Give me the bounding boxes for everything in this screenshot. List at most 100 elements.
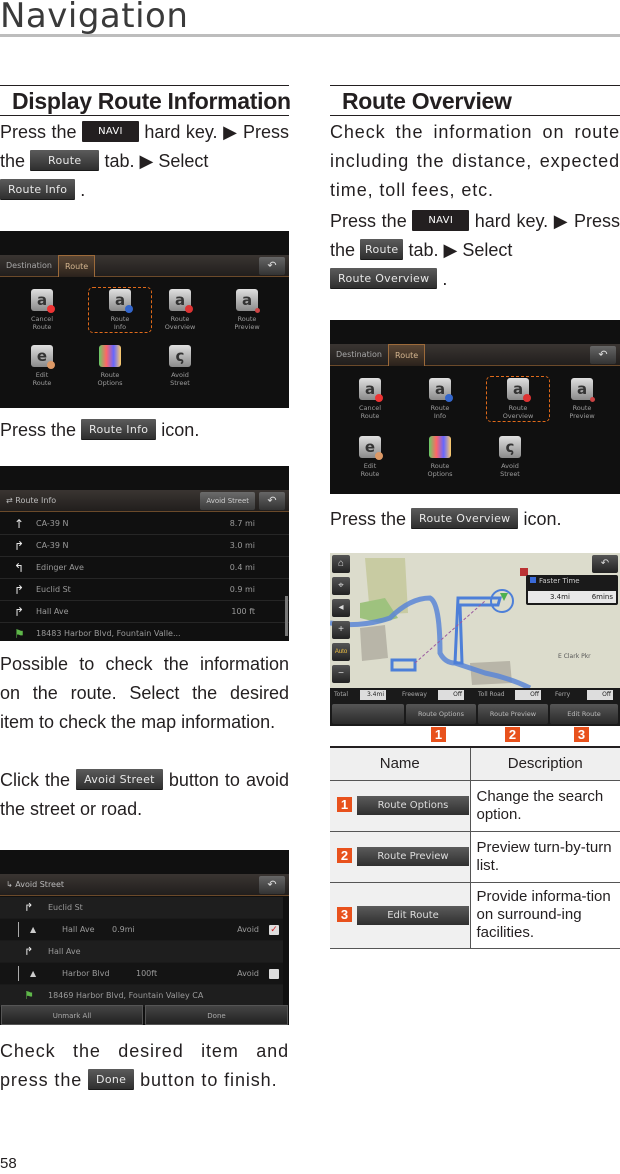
done-button[interactable]: Done [145, 1005, 288, 1025]
menu-item-avoid-street[interactable]: ς Avoid Street [480, 436, 540, 478]
press-overview-instruction: Press the Route Overview icon. [330, 505, 620, 534]
text: Press the [330, 509, 412, 529]
menu-item-cancel-route[interactable]: a Cancel Route [340, 378, 400, 420]
text: icon. [156, 420, 200, 440]
status-label: Total [334, 691, 349, 698]
route-info-key: Route Info [0, 178, 76, 200]
street: CA-39 N [36, 541, 69, 550]
avoid-street-button[interactable]: Avoid Street [200, 492, 255, 510]
navi-hard-key: NAVI [82, 120, 139, 142]
status-value: Off [515, 690, 541, 700]
list-item[interactable]: ▲ Harbor Blvd 100ft Avoid [0, 963, 283, 985]
turn-right-icon: ↱ [14, 539, 25, 553]
route-info-icon: a [429, 378, 453, 402]
route-preview-icon: a [571, 378, 595, 402]
divider [18, 966, 19, 981]
route-options-button[interactable]: Route Options [406, 704, 476, 724]
street: Harbor Blvd [62, 969, 110, 978]
press-route-info-instruction: Press the Route Info icon. [0, 416, 289, 445]
list-item[interactable]: ↱ Hall Ave 100 ft [0, 601, 289, 623]
scrollbar[interactable] [285, 596, 288, 636]
screen-header: ↳ Avoid Street ↶ [0, 874, 289, 896]
menu-label: Route Info [110, 315, 130, 331]
text: . [437, 269, 448, 289]
menu-item-route-preview[interactable]: a Route Preview [217, 289, 277, 331]
menu-item-route-info[interactable]: a Route Info [88, 287, 152, 333]
tab-destination[interactable]: Destination [330, 344, 388, 366]
unmark-all-button[interactable]: Unmark All [1, 1005, 143, 1025]
route-color-swatch [530, 577, 536, 583]
description-cell: Change the search option. [470, 780, 620, 832]
screen-header: ⇄ Route Info Avoid Street ↶ [0, 490, 289, 512]
blank-button[interactable] [332, 704, 404, 724]
back-arrow-icon[interactable]: ↶ [259, 876, 285, 894]
zoom-out-icon[interactable]: − [332, 665, 350, 683]
callout-3: 3 [574, 727, 589, 742]
menu-item-route-options[interactable]: Route Options [410, 436, 470, 478]
text: tab. ▶ Select [99, 151, 209, 171]
list-item[interactable]: ▲ Hall Ave 0.9mi Avoid ✓ [0, 919, 283, 941]
back-arrow-icon[interactable]: ↶ [259, 492, 285, 510]
menu-item-route-overview[interactable]: a Route Overview [150, 289, 210, 331]
zoom-in-icon[interactable]: + [332, 621, 350, 639]
status-label: Ferry [555, 691, 571, 698]
menu-label: Avoid Street [500, 462, 520, 478]
list-item[interactable]: ↱ Hall Ave [0, 941, 283, 963]
fork-icon: ↑ [14, 517, 25, 531]
turn-right-icon: ↱ [24, 945, 34, 958]
menu-item-edit-route[interactable]: e Edit Route [340, 436, 400, 478]
back-arrow-icon[interactable]: ↶ [259, 257, 285, 275]
menu-item-cancel-route[interactable]: a Cancel Route [12, 289, 72, 331]
volume-icon[interactable]: ◂ [332, 599, 350, 617]
menu-item-route-overview[interactable]: a Route Overview [486, 376, 550, 422]
text: Click the [0, 770, 77, 790]
navi-hard-key: NAVI [412, 209, 470, 231]
back-arrow-icon[interactable]: ↶ [592, 555, 618, 573]
menu-item-edit-route[interactable]: e Edit Route [12, 345, 72, 387]
edit-route-button[interactable]: Edit Route [550, 704, 618, 724]
street: Hall Ave [48, 947, 81, 956]
back-arrow-icon[interactable]: ↶ [590, 346, 616, 364]
street: Euclid St [36, 585, 71, 594]
route-info-panel[interactable]: Faster Time 3.4mi 6mins [526, 575, 618, 605]
tab-destination[interactable]: Destination [0, 255, 58, 277]
list-item[interactable]: ↱ CA-39 N 3.0 mi [0, 535, 289, 557]
street: Euclid St [48, 903, 83, 912]
page-number: 58 [0, 1155, 17, 1172]
menu-item-route-info[interactable]: a Route Info [410, 378, 470, 420]
done-key: Done [88, 1068, 135, 1090]
distance: 3.0 mi [229, 541, 255, 550]
avoid-street-instruction: Click the Avoid Street button to avoid t… [0, 766, 289, 824]
avoid-checkbox-checked[interactable]: ✓ [269, 925, 279, 935]
section-heading: Route Overview [330, 85, 620, 116]
intro-instructions: Press the NAVI hard key. ▶ Press the Rou… [330, 207, 620, 294]
list-item[interactable]: ↱ Euclid St [0, 897, 283, 919]
menu-label: Route Preview [569, 404, 595, 420]
route-info-description: Possible to check the information on the… [0, 654, 289, 732]
menu-item-avoid-street[interactable]: ς Avoid Street [150, 345, 210, 387]
street: CA-39 N [36, 519, 69, 528]
home-icon[interactable]: ⌂ [332, 555, 350, 573]
avoid-street-icon: ς [169, 345, 191, 367]
avoid-street-key: Avoid Street [76, 768, 163, 790]
list-item[interactable]: ↰ Edinger Ave 0.4 mi [0, 557, 289, 579]
list-item[interactable]: ⚑ 18483 Harbor Blvd, Fountain Valle... [0, 623, 289, 641]
route-overview-icon: a [507, 378, 531, 402]
route-preview-icon: a [236, 289, 260, 313]
menu-label: Avoid Street [170, 371, 190, 387]
tab-route[interactable]: Route [388, 344, 426, 366]
list-item[interactable]: ↑ CA-39 N 8.7 mi [0, 513, 289, 535]
menu-item-route-preview[interactable]: a Route Preview [552, 378, 612, 420]
tab-route[interactable]: Route [58, 255, 96, 277]
auto-icon[interactable]: Auto [332, 643, 350, 661]
list-item[interactable]: ⚑ 18469 Harbor Blvd, Fountain Valley CA [0, 985, 283, 1007]
name-cell: 3 Edit Route [330, 882, 471, 949]
status-value: Off [587, 690, 613, 700]
menu-item-route-options[interactable]: Route Options [80, 345, 140, 387]
direct-line [414, 600, 486, 664]
compass-icon[interactable]: ⌖ [332, 577, 350, 595]
route-preview-button[interactable]: Route Preview [478, 704, 548, 724]
list-item[interactable]: ↱ Euclid St 0.9 mi [0, 579, 289, 601]
street: 18469 Harbor Blvd, Fountain Valley CA [48, 991, 204, 1000]
avoid-checkbox[interactable] [269, 969, 279, 979]
